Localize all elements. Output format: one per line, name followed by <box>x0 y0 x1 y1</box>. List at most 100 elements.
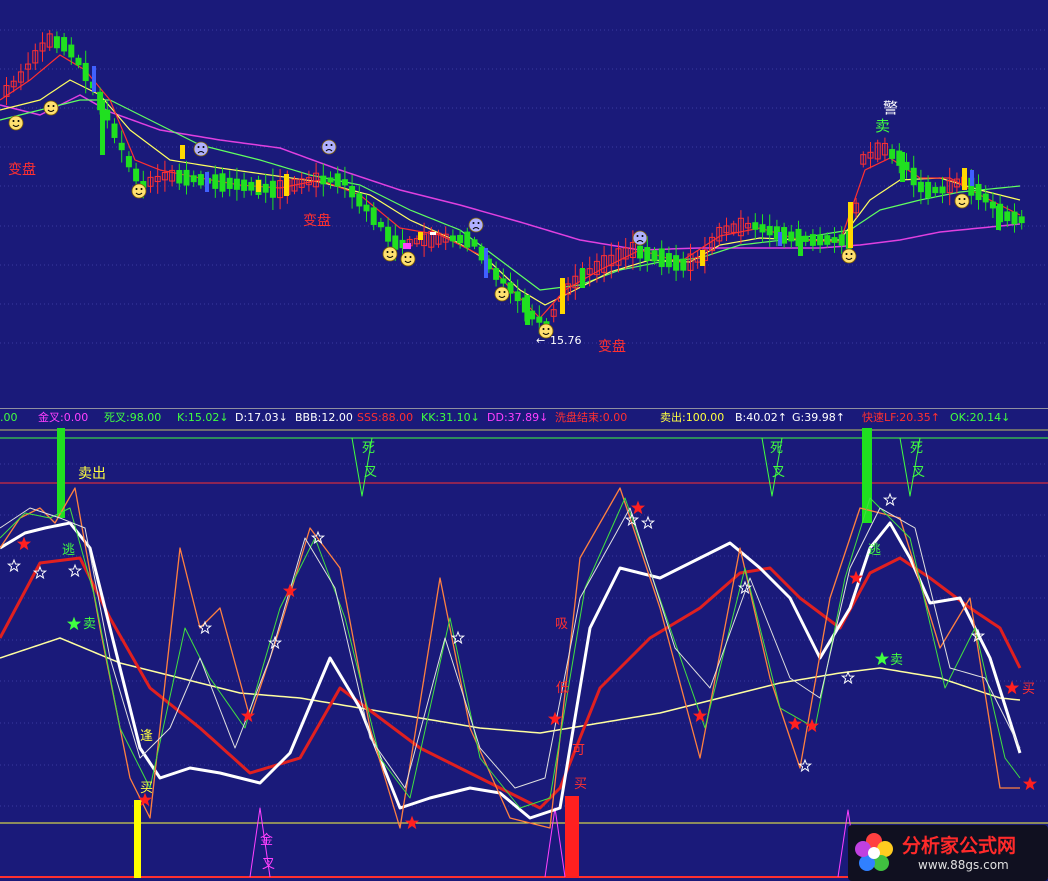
oscillator-annotations: 卖出 死 叉 死 叉 死 叉 金 叉 买 买 买 卖 卖 逃 逃 逢 吸 低 可 <box>62 441 1035 872</box>
candle-body <box>82 62 89 82</box>
smiley-face-icon <box>43 100 59 116</box>
green-candle <box>798 236 803 256</box>
face-eye <box>636 235 639 237</box>
candle-body <box>262 183 269 193</box>
candle-body <box>975 183 982 201</box>
slow-line <box>0 637 1021 734</box>
candle-body <box>464 231 471 248</box>
ma-line-mid <box>0 79 1021 306</box>
face-eye <box>498 291 501 293</box>
golden-cross-label: 叉 <box>262 857 275 872</box>
face-eye <box>845 253 848 255</box>
green-candle <box>580 268 585 288</box>
candle-body <box>752 222 759 230</box>
buy-label: 买 <box>574 777 587 792</box>
dead-cross-label: 死 <box>770 441 783 456</box>
candle-body <box>917 181 924 193</box>
face-circle <box>321 139 337 155</box>
legend-item: 快速LF:20.35↑ <box>862 411 941 424</box>
watermark-brand: 分析家公式网 <box>902 835 1017 857</box>
face-eye <box>135 188 138 190</box>
can-label: 可 <box>572 743 585 758</box>
candle-body <box>53 36 60 49</box>
face-eye <box>963 198 966 200</box>
escape-label: 逃 <box>868 543 881 558</box>
candle-body <box>269 180 276 198</box>
candle-body <box>982 193 989 203</box>
candle-body <box>500 278 507 284</box>
face-eye <box>386 251 389 253</box>
red-star-icon <box>787 716 803 731</box>
blue-candle <box>92 66 96 92</box>
face-eye <box>17 120 20 122</box>
face-circle <box>193 141 209 157</box>
blue-candle <box>970 170 974 186</box>
candle-body <box>1004 211 1011 222</box>
candle-body <box>514 291 521 302</box>
legend-item: .00 <box>0 411 18 424</box>
candle-body <box>111 123 118 138</box>
legend-item: BBB:12.00 <box>295 411 353 424</box>
candle-body <box>248 181 255 191</box>
face-eye <box>391 251 394 253</box>
candle-body <box>363 204 370 212</box>
red-star-icon <box>630 500 646 515</box>
green-star-icon <box>66 616 82 631</box>
white-marker <box>430 232 436 235</box>
change-label-1: 变盘 <box>8 161 36 178</box>
legend-item: KK:31.10↓ <box>421 411 480 424</box>
hollow-star-icon <box>450 630 466 645</box>
worried-face-icon <box>468 217 484 233</box>
golden-cross-spike <box>544 807 566 878</box>
signal-candle <box>560 278 565 314</box>
thin-white-line <box>0 507 1021 789</box>
green-line <box>0 497 1021 809</box>
candle-body <box>219 173 226 192</box>
candle-body <box>802 235 809 242</box>
face-circle <box>954 193 970 209</box>
candle-body <box>104 109 111 121</box>
candle-body <box>673 255 680 271</box>
candle-body <box>889 149 896 159</box>
price-chart: 变盘 变盘 变盘 15.76 ← 警 卖 <box>0 29 1048 355</box>
low-price-label: 15.76 <box>550 334 582 347</box>
candle-body <box>61 37 68 52</box>
candle-body <box>658 248 665 268</box>
candle-body <box>349 185 356 198</box>
candle-body <box>817 234 824 246</box>
candle-body <box>125 156 132 168</box>
ma-line-longest <box>0 94 1021 251</box>
candle-body <box>809 234 816 246</box>
emoji-markers <box>8 100 970 339</box>
smiley-face-icon <box>8 115 24 131</box>
face-circle <box>131 183 147 199</box>
green-candle <box>525 295 530 325</box>
candle-body <box>233 178 240 190</box>
face-eye <box>197 146 200 148</box>
candle-body <box>788 231 795 242</box>
legend-item: DD:37.89↓ <box>487 411 549 424</box>
red-star-icon <box>404 815 420 830</box>
face-eye <box>404 256 407 258</box>
oscillator-lines <box>0 487 1022 829</box>
candle-body <box>75 57 82 66</box>
candle-body <box>637 245 644 259</box>
face-eye <box>641 235 644 237</box>
golden-cross-label: 金 <box>260 832 273 848</box>
candle-body <box>320 175 327 185</box>
candle-body <box>212 174 219 189</box>
candle-body <box>241 179 248 191</box>
face-eye <box>958 198 961 200</box>
smiley-face-icon <box>494 286 510 302</box>
buy-bar <box>134 800 141 878</box>
low-price-arrow: ← <box>536 334 545 347</box>
indicator-legend: .00 金叉:0.00 死叉:98.00 K:15.02↓ D:17.03↓ B… <box>0 410 1048 426</box>
watermark-site: www.88gs.com <box>918 858 1009 872</box>
candle-body <box>989 201 996 209</box>
blue-candle <box>778 232 782 246</box>
candle-body <box>176 169 183 184</box>
face-eye <box>477 222 480 224</box>
hollow-star-icon <box>640 515 656 530</box>
candle-body <box>377 221 384 228</box>
candle-body <box>939 186 946 194</box>
